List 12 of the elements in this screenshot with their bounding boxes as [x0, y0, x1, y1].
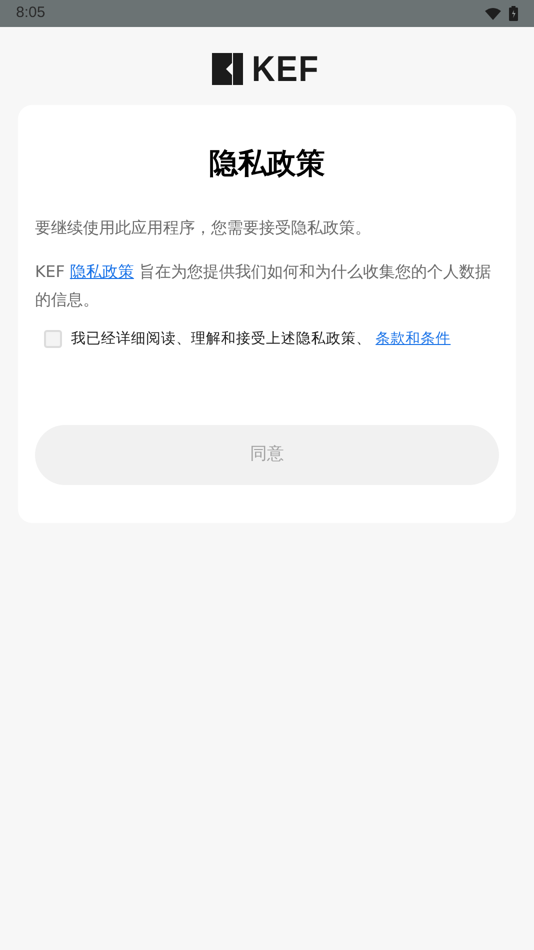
privacy-policy-link[interactable]: 隐私政策 — [70, 262, 134, 281]
battery-icon — [509, 6, 518, 21]
card-title: 隐私政策 — [208, 149, 326, 178]
status-time: 8:05 — [16, 3, 46, 24]
intro-text: 要继续使用此应用程序，您需要接受隐私政策。 — [35, 217, 372, 239]
consent-text: 我已经详细阅读、理解和接受上述隐私政策、 条款和条件 — [71, 330, 451, 349]
wifi-icon — [485, 8, 501, 20]
terms-link[interactable]: 条款和条件 — [376, 331, 451, 347]
logo-mark-icon — [212, 53, 244, 85]
consent-checkbox[interactable] — [44, 330, 62, 348]
logo-text: KEF — [251, 51, 319, 87]
policy-text: KEF 隐私政策 旨在为您提供我们如何和为什么收集您的个人数据的信息。 — [35, 261, 492, 311]
